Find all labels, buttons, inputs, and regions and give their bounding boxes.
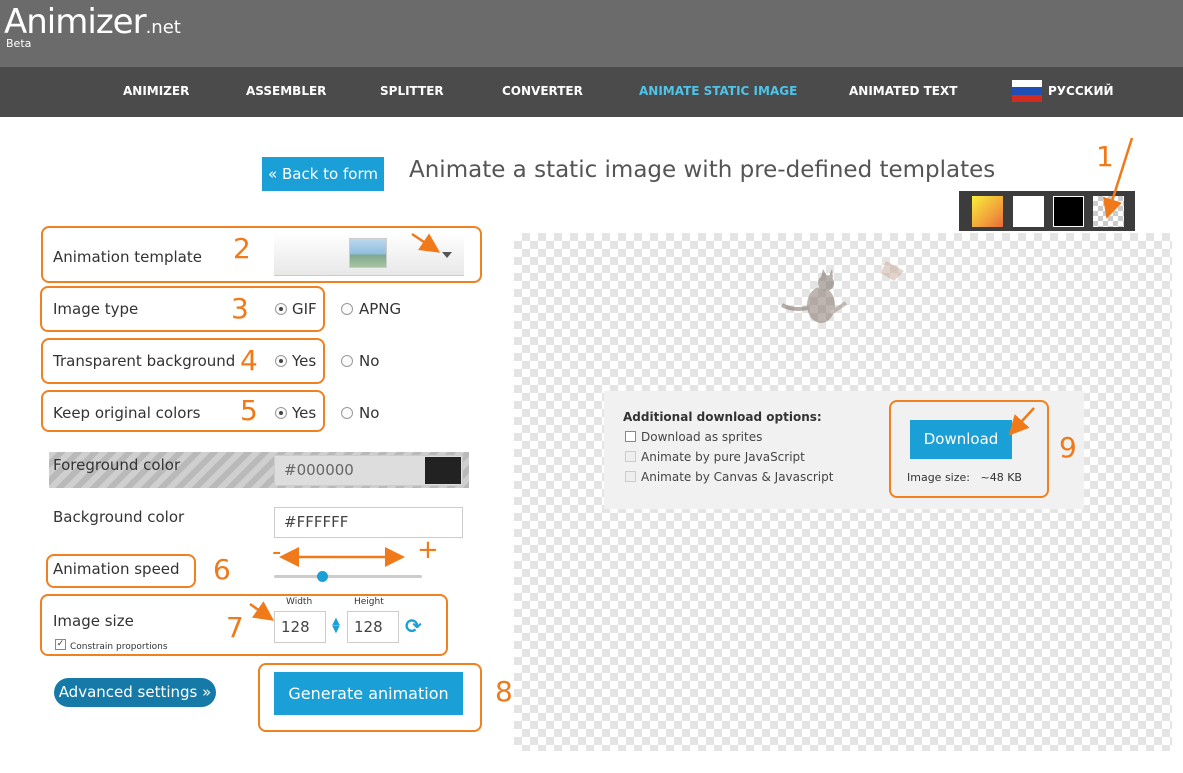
- download-options-title: Additional download options:: [623, 410, 822, 424]
- annotation-box-3: [40, 286, 325, 332]
- annotation-box-5: [41, 390, 325, 432]
- advanced-settings-button[interactable]: Advanced settings »: [54, 678, 216, 707]
- nav-item-splitter[interactable]: SPLITTER: [380, 84, 444, 98]
- annotation-plus: +: [417, 535, 439, 565]
- swatch-transparent[interactable]: [1093, 196, 1124, 227]
- annotation-box-9: [889, 400, 1049, 498]
- animated-cat-preview: [780, 261, 904, 323]
- foreground-color-swatch[interactable]: [425, 457, 461, 484]
- keep-colors-no-radio[interactable]: [341, 407, 353, 419]
- annotation-number-1: 1: [1096, 140, 1114, 173]
- image-type-apng-radio[interactable]: [341, 303, 353, 315]
- page-title: Animate a static image with pre-defined …: [409, 157, 996, 183]
- transparent-no-radio[interactable]: [341, 355, 353, 367]
- annotation-box-6: [46, 554, 196, 588]
- swatch-black[interactable]: [1053, 196, 1084, 227]
- annotation-number-7: 7: [226, 611, 244, 644]
- background-color-label: Background color: [53, 508, 185, 526]
- slider-handle[interactable]: [317, 571, 328, 582]
- annotation-box-2: [41, 226, 482, 283]
- nav-item-language[interactable]: РУССКИЙ: [1048, 84, 1114, 98]
- annotation-box-4: [41, 338, 325, 384]
- beta-label: Beta: [6, 37, 32, 50]
- canvas-js-checkbox[interactable]: [625, 471, 636, 482]
- back-to-form-button[interactable]: « Back to form: [262, 157, 384, 191]
- annotation-minus: -: [272, 537, 282, 567]
- nav-item-animate-static-image[interactable]: ANIMATE STATIC IMAGE: [639, 84, 797, 98]
- foreground-color-label: Foreground color: [53, 456, 181, 474]
- logo-suffix: .net: [145, 17, 181, 38]
- annotation-number-3: 3: [231, 292, 249, 325]
- annotation-number-8: 8: [495, 675, 513, 708]
- pure-js-label: Animate by pure JavaScript: [641, 450, 805, 464]
- keep-colors-no-label: No: [359, 404, 380, 422]
- download-sprites-checkbox[interactable]: [625, 431, 636, 442]
- nav-item-converter[interactable]: CONVERTER: [502, 84, 583, 98]
- site-logo[interactable]: Animizer.net: [4, 2, 181, 42]
- swatch-gradient[interactable]: [972, 196, 1003, 227]
- annotation-number-6: 6: [213, 553, 231, 586]
- annotation-number-4: 4: [240, 344, 258, 377]
- annotation-number-9: 9: [1059, 431, 1077, 464]
- transparent-no-label: No: [359, 352, 380, 370]
- nav-item-animizer[interactable]: ANIMIZER: [123, 84, 189, 98]
- nav-item-animated-text[interactable]: ANIMATED TEXT: [849, 84, 957, 98]
- download-sprites-label: Download as sprites: [641, 430, 763, 444]
- image-type-apng-label: APNG: [359, 300, 402, 318]
- pure-js-checkbox[interactable]: [625, 451, 636, 462]
- russian-flag-icon[interactable]: [1012, 80, 1042, 102]
- nav-item-assembler[interactable]: ASSEMBLER: [246, 84, 326, 98]
- main-nav: ANIMIZER ASSEMBLER SPLITTER CONVERTER AN…: [0, 67, 1183, 117]
- annotation-box-7: [40, 594, 448, 656]
- animation-speed-slider[interactable]: [274, 575, 422, 578]
- background-color-input[interactable]: #FFFFFF: [274, 507, 463, 538]
- background-swatch-bar: [959, 191, 1135, 231]
- canvas-js-label: Animate by Canvas & Javascript: [641, 470, 834, 484]
- annotation-number-5: 5: [240, 394, 258, 427]
- swatch-white[interactable]: [1013, 196, 1044, 227]
- annotation-box-8: [258, 663, 482, 732]
- annotation-number-2: 2: [233, 232, 251, 265]
- logo-text: Animizer: [4, 2, 147, 42]
